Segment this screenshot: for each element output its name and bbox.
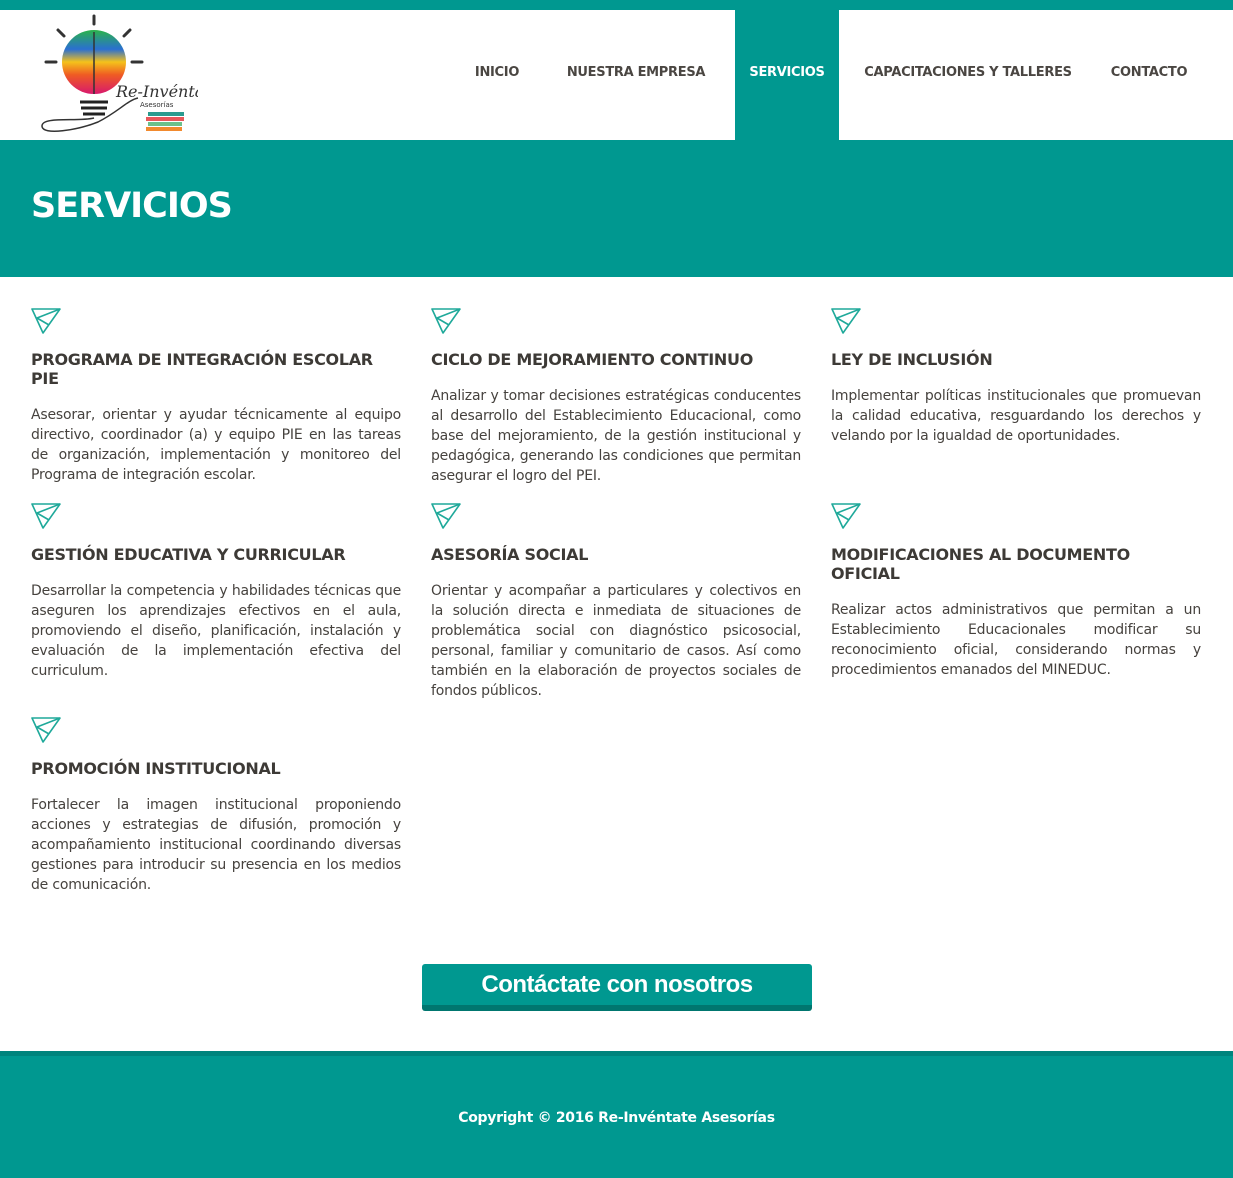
service-title: PROMOCIÓN INSTITUCIONAL — [31, 759, 281, 778]
service-item: CICLO DE MEJORAMIENTO CONTINUO Analizar y… — [431, 307, 801, 486]
page-hero: SERVICIOS — [0, 140, 1233, 277]
service-description: Realizar actos administrativos que permi… — [831, 602, 1201, 678]
service-title: LEY DE INCLUSIÓN — [831, 350, 993, 369]
service-item: PROGRAMA DE INTEGRACIÓN ESCOLAR PIE Aseso… — [31, 307, 401, 485]
paper-plane-icon — [31, 308, 61, 334]
page-title: SERVICIOS — [31, 186, 233, 226]
paper-plane-icon — [31, 717, 61, 743]
paper-plane-icon — [31, 503, 61, 529]
top-bar — [0, 0, 1233, 10]
service-title: GESTIÓN EDUCATIVA Y CURRICULAR — [31, 545, 346, 564]
nav-capacitaciones[interactable]: CAPACITACIONES Y TALLERES — [862, 10, 1074, 140]
service-item: LEY DE INCLUSIÓN Implementar políticas in… — [831, 307, 1201, 446]
service-description: Desarrollar la competencia y habilidades… — [31, 583, 401, 679]
service-title: CICLO DE MEJORAMIENTO CONTINUO — [431, 350, 753, 369]
service-item: MODIFICACIONES AL DOCUMENTO OFICIAL Reali… — [831, 502, 1201, 680]
service-description: Asesorar, orientar y ayudar técnicamente… — [31, 407, 401, 483]
copyright-text: Copyright © 2016 Re-Invéntate Asesorías — [458, 1110, 775, 1126]
service-description: Orientar y acompañar a particulares y co… — [431, 583, 801, 699]
service-title: PROGRAMA DE INTEGRACIÓN ESCOLAR PIE — [31, 350, 373, 388]
paper-plane-icon — [831, 503, 861, 529]
footer: Copyright © 2016 Re-Invéntate Asesorías — [0, 1051, 1233, 1178]
service-title: ASESORÍA SOCIAL — [431, 545, 589, 564]
service-title: MODIFICACIONES AL DOCUMENTO OFICIAL — [831, 545, 1130, 583]
main-nav: INICIO NUESTRA EMPRESA SERVICIOS CAPACIT… — [0, 10, 1233, 150]
nav-inicio[interactable]: INICIO — [462, 10, 532, 140]
paper-plane-icon — [431, 308, 461, 334]
nav-nuestra-empresa[interactable]: NUESTRA EMPRESA — [560, 10, 712, 140]
service-item: ASESORÍA SOCIAL Orientar y acompañar a pa… — [431, 502, 801, 701]
service-item: GESTIÓN EDUCATIVA Y CURRICULAR Desarrolla… — [31, 502, 401, 681]
service-description: Analizar y tomar decisiones estratégicas… — [431, 388, 801, 484]
nav-contacto[interactable]: CONTACTO — [1100, 10, 1198, 140]
paper-plane-icon — [431, 503, 461, 529]
service-description: Implementar políticas institucionales qu… — [831, 388, 1201, 444]
paper-plane-icon — [831, 308, 861, 334]
service-description: Fortalecer la imagen institucional propo… — [31, 797, 401, 893]
contact-us-button[interactable]: Contáctate con nosotros — [422, 964, 812, 1011]
nav-servicios[interactable]: SERVICIOS — [735, 10, 839, 150]
service-item: PROMOCIÓN INSTITUCIONAL Fortalecer la ima… — [31, 716, 401, 895]
